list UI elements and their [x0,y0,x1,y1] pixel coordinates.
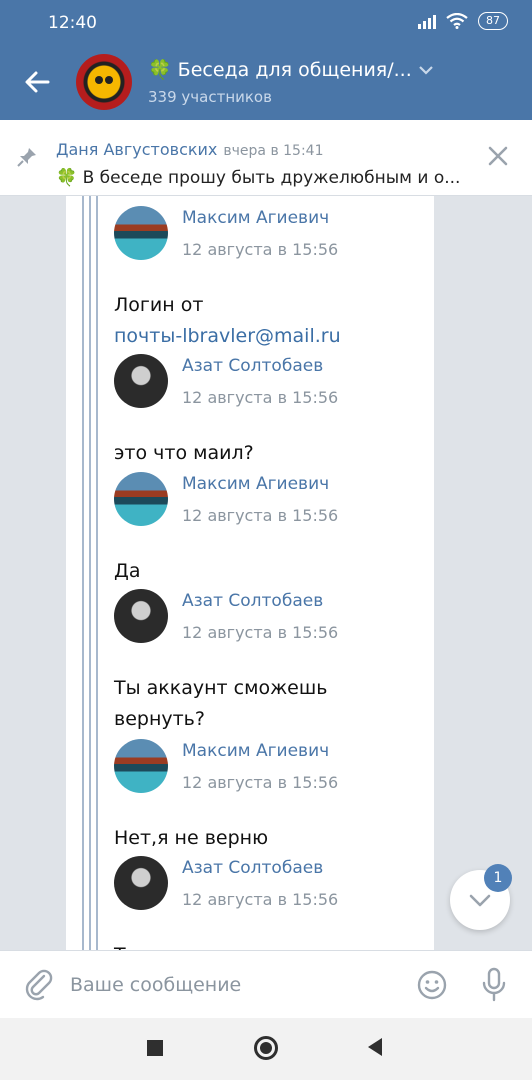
message-time: 12 августа в 15:56 [182,773,339,792]
attach-icon[interactable] [22,967,56,1001]
back-icon[interactable] [368,1038,382,1056]
reply-stripe [82,196,84,950]
avatar[interactable] [114,856,168,910]
pinned-author: Даня Августовских вчера в 15:41 [56,140,324,159]
message-author[interactable]: Максим Агиевич [182,208,329,228]
message-item[interactable]: Азат Солтобаев 12 августа в 15:56 это чт… [114,354,414,469]
message-author[interactable]: Максим Агиевич [182,474,329,494]
avatar[interactable] [114,206,168,260]
message-list[interactable]: Максим Агиевич 12 августа в 15:56 Логин … [66,196,434,950]
avatar[interactable] [114,472,168,526]
chat-header: 🍀 Беседа для общения/... 339 участников [0,46,532,120]
pinned-time: вчера в 15:41 [223,143,324,159]
home-icon[interactable] [254,1036,278,1060]
chat-title[interactable]: 🍀 Беседа для общения/... [148,58,434,81]
message-item[interactable]: Азат Солтобаев 12 августа в 15:56 Ты акк… [114,589,414,735]
message-text: Да [114,560,141,582]
composer [0,950,532,1018]
message-author[interactable]: Азат Солтобаев [182,858,323,878]
pinned-message[interactable]: Даня Августовских вчера в 15:41 🍀 В бесед… [0,120,532,196]
avatar[interactable] [114,739,168,793]
message-text: Ты аккаунт сможешь вернуть? [114,677,328,730]
battery-indicator: 87 [478,12,508,30]
message-text: это что маил? [114,442,254,464]
clover-emoji: 🍀 [148,59,172,81]
chevron-down-icon [418,65,433,75]
message-time: 12 августа в 15:56 [182,240,339,259]
message-text: Нет,я не верню [114,827,269,849]
message-time: 12 августа в 15:56 [182,623,339,642]
message-text-line: Логин от [114,294,204,316]
message-item[interactable]: Максим Агиевич 12 августа в 15:56 Логин … [114,206,414,352]
status-bar: 12:40 87 [0,0,532,46]
pin-icon [17,148,36,167]
avatar[interactable] [114,589,168,643]
message-time: 12 августа в 15:56 [182,890,339,909]
email-link[interactable]: почты-lbravler@mail.ru [114,321,414,352]
message-author[interactable]: Азат Солтобаев [182,356,323,376]
pinned-text: 🍀 В беседе прошу быть дружелюбным и о... [56,168,461,188]
status-icons: 87 [418,12,508,30]
emoji-icon[interactable] [416,969,448,1001]
status-time: 12:40 [48,13,97,33]
message-text: Логин от почты-lbravler@mail.ru [114,290,414,352]
close-icon[interactable] [484,142,512,170]
chat-title-text: Беседа для общения/... [177,58,412,81]
reply-stripe [96,196,98,950]
message-item[interactable]: Максим Агиевич 12 августа в 15:56 Да [114,472,414,587]
reply-stripe [89,196,91,950]
signal-icon [418,13,436,29]
member-count: 339 участников [148,88,272,106]
message-input[interactable] [70,965,400,1005]
message-author[interactable]: Максим Агиевич [182,741,329,761]
chat-avatar[interactable] [76,54,132,110]
message-item[interactable]: Максим Агиевич 12 августа в 15:56 Нет,я … [114,739,414,854]
avatar[interactable] [114,354,168,408]
message-time: 12 августа в 15:56 [182,388,339,407]
system-nav-bar [0,1018,532,1080]
mic-icon[interactable] [480,967,508,1003]
back-arrow-icon[interactable] [20,64,56,100]
unread-badge: 1 [484,864,512,892]
pinned-author-name: Даня Августовских [56,140,218,159]
recents-icon[interactable] [147,1040,163,1056]
message-time: 12 августа в 15:56 [182,506,339,525]
message-text: Ты помнишь от него там гол [114,940,414,950]
wifi-icon [446,13,468,29]
message-author[interactable]: Азат Солтобаев [182,591,323,611]
message-item[interactable]: Азат Солтобаев 12 августа в 15:56 Ты пом… [114,856,414,950]
